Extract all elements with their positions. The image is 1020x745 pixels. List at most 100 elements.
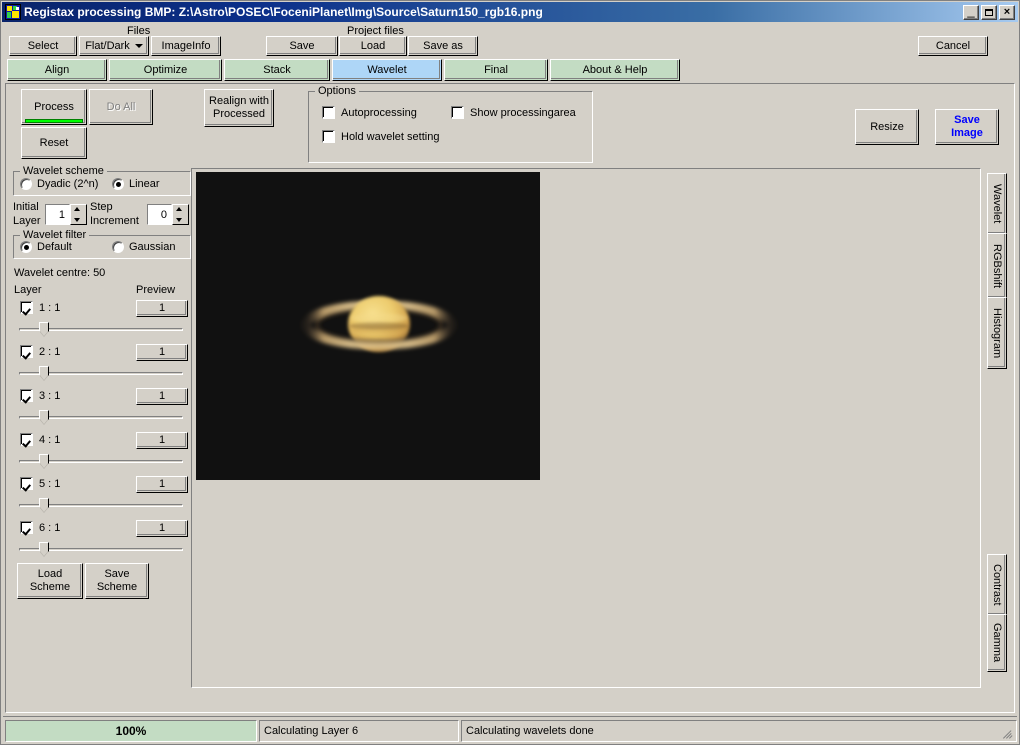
resize-button[interactable]: Resize (855, 109, 919, 145)
process-label: Process (34, 100, 74, 113)
layer-4-checkbox[interactable] (20, 433, 33, 446)
initial-layer-spin-buttons[interactable] (70, 204, 87, 225)
layer-2-checkbox-row[interactable]: 2 : 1 (20, 345, 60, 358)
layer-3-checkbox[interactable] (20, 389, 33, 402)
window-title: Registax processing BMP: Z:\Astro\POSEC\… (24, 5, 543, 19)
wavelet-scheme-title: Wavelet scheme (20, 165, 107, 177)
side-tab-rgbshift[interactable]: RGBshift (987, 233, 1007, 299)
image-canvas[interactable] (191, 168, 981, 688)
layer-6-slider-thumb[interactable] (39, 542, 49, 558)
save-scheme-button[interactable]: Save Scheme (85, 563, 149, 599)
cancel-button[interactable]: Cancel (918, 36, 988, 56)
layer-2-slider[interactable] (19, 366, 183, 382)
default-filter-radio[interactable] (20, 241, 32, 253)
tab-optimize[interactable]: Optimize (109, 59, 222, 81)
layer-5-checkbox[interactable] (20, 477, 33, 490)
step-increment-spinner[interactable]: 0 (147, 204, 189, 225)
dyadic-radio[interactable] (20, 178, 32, 190)
layer-6-preview-button[interactable]: 1 (136, 520, 188, 537)
layer-3-preview-button[interactable]: 1 (136, 388, 188, 405)
processed-image[interactable] (196, 172, 540, 480)
autoprocessing-checkbox-row[interactable]: Autoprocessing (322, 106, 417, 119)
layer-2-preview-button[interactable]: 1 (136, 344, 188, 361)
project-save-button[interactable]: Save (266, 36, 338, 56)
project-save-as-button[interactable]: Save as (408, 36, 478, 56)
autoprocessing-checkbox[interactable] (322, 106, 335, 119)
load-scheme-button[interactable]: Load Scheme (17, 563, 83, 599)
select-button[interactable]: Select (9, 36, 77, 56)
side-tab-gamma-label: Gamma (991, 623, 1003, 663)
side-tab-histogram[interactable]: Histogram (987, 297, 1007, 369)
layer-2-slider-thumb[interactable] (39, 366, 49, 382)
layer-3-slider-thumb[interactable] (39, 410, 49, 426)
default-filter-radio-row[interactable]: Default (20, 241, 72, 253)
step-increment-label-2: Increment (90, 215, 139, 227)
side-tab-contrast[interactable]: Contrast (987, 554, 1007, 616)
layer-5-checkbox-row[interactable]: 5 : 1 (20, 477, 60, 490)
load-scheme-line1: Load (37, 568, 63, 581)
maximize-button[interactable] (981, 4, 997, 20)
options-title: Options (315, 85, 359, 97)
flat-dark-button[interactable]: Flat/Dark (79, 36, 149, 56)
tab-about-help[interactable]: About & Help (550, 59, 680, 81)
layer-4-checkbox-row[interactable]: 4 : 1 (20, 433, 60, 446)
layer-3-checkbox-row[interactable]: 3 : 1 (20, 389, 60, 402)
tab-stack[interactable]: Stack (224, 59, 330, 81)
side-tab-gamma[interactable]: Gamma (987, 614, 1007, 672)
save-image-button[interactable]: Save Image (935, 109, 999, 145)
layer-4-slider-thumb[interactable] (39, 454, 49, 470)
show-processing-area-checkbox[interactable] (451, 106, 464, 119)
layer-4-slider[interactable] (19, 454, 183, 470)
side-tab-contrast-label: Contrast (991, 564, 1003, 606)
layer-4-label: 4 : 1 (39, 433, 61, 446)
layer-4-preview-button[interactable]: 1 (136, 432, 188, 449)
layer-1-preview-button[interactable]: 1 (136, 300, 188, 317)
hold-wavelet-checkbox[interactable] (322, 130, 335, 143)
layer-2-checkbox[interactable] (20, 345, 33, 358)
layer-5-slider[interactable] (19, 498, 183, 514)
dyadic-radio-row[interactable]: Dyadic (2^n) (20, 178, 98, 190)
gaussian-filter-radio-row[interactable]: Gaussian (112, 241, 175, 253)
layer-5-slider-thumb[interactable] (39, 498, 49, 514)
layer-6-slider[interactable] (19, 542, 183, 558)
image-info-button[interactable]: ImageInfo (151, 36, 221, 56)
linear-radio[interactable] (112, 178, 124, 190)
gaussian-filter-radio[interactable] (112, 241, 124, 253)
layer-3-slider[interactable] (19, 410, 183, 426)
reset-label: Reset (39, 136, 69, 149)
step-increment-spin-buttons[interactable] (172, 204, 189, 225)
hold-wavelet-checkbox-row[interactable]: Hold wavelet setting (322, 130, 439, 143)
reset-button[interactable]: Reset (21, 127, 87, 159)
tab-align[interactable]: Align (7, 59, 107, 81)
tab-final[interactable]: Final (444, 59, 548, 81)
layer-1-slider-thumb[interactable] (39, 322, 49, 338)
gaussian-filter-label: Gaussian (129, 241, 176, 253)
autoprocessing-label: Autoprocessing (341, 106, 417, 119)
options-groupbox: Options Autoprocessing Hold wavelet sett… (308, 85, 593, 163)
layer-6-checkbox[interactable] (20, 521, 33, 534)
minimize-icon: _ (967, 2, 975, 18)
layer-5-preview-button[interactable]: 1 (136, 476, 188, 493)
layer-1-checkbox-row[interactable]: 1 : 1 (20, 301, 60, 314)
maximize-icon (982, 6, 996, 19)
process-progress-indicator (25, 119, 83, 123)
do-all-button[interactable]: Do All (89, 89, 153, 125)
layer-1-checkbox[interactable] (20, 301, 33, 314)
show-area-checkbox-row[interactable]: Show processingarea (451, 106, 576, 119)
app-icon (5, 4, 21, 20)
minimize-button[interactable]: _ (963, 2, 979, 20)
step-increment-value[interactable]: 0 (147, 204, 172, 225)
resize-grip-icon[interactable] (1001, 727, 1015, 741)
tab-wavelet[interactable]: Wavelet (332, 59, 442, 81)
linear-radio-row[interactable]: Linear (112, 178, 160, 190)
layer-6-checkbox-row[interactable]: 6 : 1 (20, 521, 60, 534)
layer-1-slider[interactable] (19, 322, 183, 338)
initial-layer-spinner[interactable]: 1 (45, 204, 87, 225)
side-tab-rgbshift-label: RGBshift (991, 243, 1003, 288)
realign-with-processed-button[interactable]: Realign with Processed (204, 89, 274, 127)
close-button[interactable]: × (999, 4, 1015, 20)
initial-layer-value[interactable]: 1 (45, 204, 70, 225)
side-tab-wavelet[interactable]: Wavelet (987, 173, 1007, 235)
project-load-button[interactable]: Load (339, 36, 407, 56)
main-tabs: Align Optimize Stack Wavelet Final About… (7, 59, 682, 81)
